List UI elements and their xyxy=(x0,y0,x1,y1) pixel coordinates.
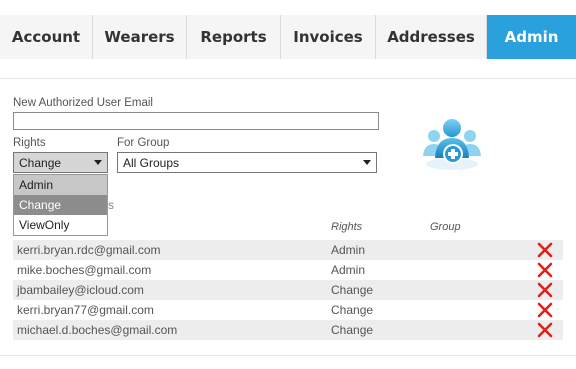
column-header-rights: Rights xyxy=(331,221,363,233)
divider xyxy=(0,78,576,79)
group-select-value: All Groups xyxy=(123,155,180,170)
tab-invoices[interactable]: Invoices xyxy=(280,15,375,59)
tab-wearers[interactable]: Wearers xyxy=(92,15,186,59)
tab-bar: Account Wearers Reports Invoices Address… xyxy=(0,15,576,59)
user-rights: Change xyxy=(331,303,374,317)
column-header-group: Group xyxy=(430,221,461,233)
user-email: jbambailey@icloud.com xyxy=(17,283,144,297)
user-email: kerri.bryan77@gmail.com xyxy=(17,303,154,317)
table-row: kerri.bryan77@gmail.com Change xyxy=(13,300,563,320)
rights-option-viewonly[interactable]: ViewOnly xyxy=(14,215,107,235)
user-rights: Change xyxy=(331,283,374,297)
tab-admin[interactable]: Admin xyxy=(486,15,576,59)
delete-x-icon[interactable] xyxy=(537,322,553,338)
user-rights: Admin xyxy=(331,243,366,257)
email-label: New Authorized User Email xyxy=(13,97,153,109)
tab-reports[interactable]: Reports xyxy=(186,15,280,59)
delete-x-icon[interactable] xyxy=(537,282,553,298)
rights-dropdown-list: Admin Change ViewOnly xyxy=(13,174,108,236)
tab-account[interactable]: Account xyxy=(0,15,92,59)
group-label: For Group xyxy=(117,137,170,149)
delete-x-icon[interactable] xyxy=(537,242,553,258)
user-rights: Change xyxy=(331,323,374,337)
user-add-logo-icon xyxy=(420,116,484,172)
partial-heading: s xyxy=(108,198,114,212)
chevron-down-icon xyxy=(363,160,371,165)
table-row: mike.boches@gmail.com Admin xyxy=(13,260,563,280)
tab-addresses[interactable]: Addresses xyxy=(375,15,486,59)
email-field[interactable] xyxy=(13,112,379,130)
rights-label: Rights xyxy=(13,137,46,149)
user-email: michael.d.boches@gmail.com xyxy=(17,323,178,337)
user-rights: Admin xyxy=(331,263,366,277)
group-select[interactable]: All Groups xyxy=(117,152,377,173)
rights-select-value: Change xyxy=(19,155,62,170)
user-email: kerri.bryan.rdc@gmail.com xyxy=(17,243,161,257)
rights-option-admin[interactable]: Admin xyxy=(14,175,107,195)
table-row: jbambailey@icloud.com Change xyxy=(13,280,563,300)
chevron-down-icon xyxy=(94,160,102,165)
divider xyxy=(0,355,576,356)
rights-option-change[interactable]: Change xyxy=(14,195,107,215)
rights-select[interactable]: Change xyxy=(13,152,108,173)
table-row: kerri.bryan.rdc@gmail.com Admin xyxy=(13,240,563,260)
user-email: mike.boches@gmail.com xyxy=(17,263,152,277)
delete-x-icon[interactable] xyxy=(537,262,553,278)
table-row: michael.d.boches@gmail.com Change xyxy=(13,320,563,340)
delete-x-icon[interactable] xyxy=(537,302,553,318)
